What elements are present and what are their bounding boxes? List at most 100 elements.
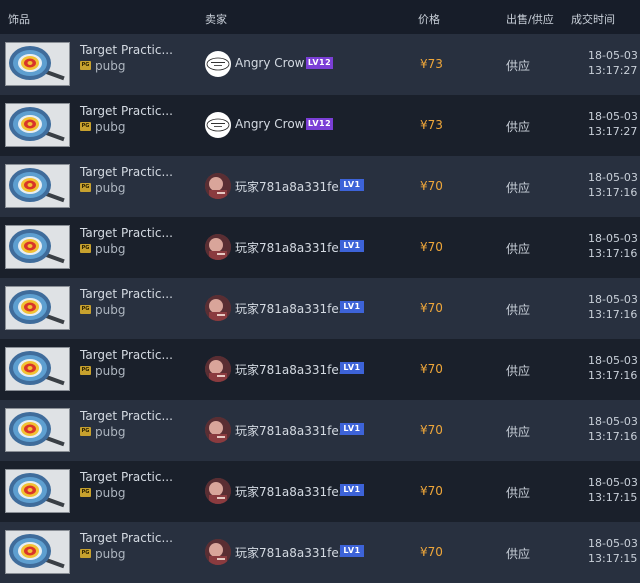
trade-date-text: 18-05-03 — [588, 415, 638, 428]
seller-name[interactable]: 玩家781a8a331fe3 — [235, 544, 346, 561]
game-label: pubg — [95, 242, 126, 256]
item-thumbnail[interactable] — [5, 42, 70, 86]
seller-level-badge: LV1 — [340, 240, 364, 252]
item-name[interactable]: Target Practic... — [80, 43, 173, 57]
trade-clock-text: 13:17:16 — [588, 430, 638, 443]
table-row[interactable]: Target Practic... PG pubg 玩家781a8a331fe3… — [0, 156, 640, 217]
player-avatar[interactable] — [205, 234, 231, 260]
trade-type: 供应 — [506, 486, 531, 500]
trade-type: 供应 — [506, 547, 531, 561]
item-name[interactable]: Target Practic... — [80, 409, 173, 423]
trade-type: 供应 — [506, 120, 531, 134]
pubg-game-icon: PG — [80, 244, 91, 253]
seller-level-badge: LV1 — [340, 484, 364, 496]
item-name[interactable]: Target Practic... — [80, 104, 173, 118]
seller-name[interactable]: Angry Crow — [235, 117, 305, 131]
trade-time: 18-05-03 13:17:16 — [588, 353, 638, 383]
pubg-game-icon: PG — [80, 122, 91, 131]
seller-level-badge: LV1 — [340, 179, 364, 191]
seller-level-badge: LV1 — [340, 301, 364, 313]
item-thumbnail[interactable] — [5, 408, 70, 452]
seller-name[interactable]: 玩家781a8a331fe3 — [235, 300, 346, 317]
trade-date-text: 18-05-03 — [588, 354, 638, 367]
trade-type: 供应 — [506, 59, 531, 73]
player-avatar[interactable] — [205, 417, 231, 443]
item-name[interactable]: Target Practic... — [80, 531, 173, 545]
trade-time: 18-05-03 13:17:16 — [588, 292, 638, 322]
trade-time: 18-05-03 13:17:15 — [588, 536, 638, 566]
player-avatar[interactable] — [205, 295, 231, 321]
item-thumbnail[interactable] — [5, 530, 70, 574]
crow-avatar[interactable] — [205, 112, 231, 138]
item-thumbnail[interactable] — [5, 286, 70, 330]
item-thumbnail[interactable] — [5, 469, 70, 513]
player-avatar[interactable] — [205, 173, 231, 199]
game-label: pubg — [95, 303, 126, 317]
game-label: pubg — [95, 364, 126, 378]
item-name[interactable]: Target Practic... — [80, 226, 173, 240]
seller-level-badge: LV12 — [306, 57, 333, 69]
price: ¥70 — [420, 240, 443, 254]
item-thumbnail[interactable] — [5, 164, 70, 208]
column-header-time: 成交时间 — [571, 13, 615, 26]
table-row[interactable]: Target Practic... PG pubg Angry Crow LV1… — [0, 95, 640, 156]
seller-level-badge: LV1 — [340, 423, 364, 435]
game-label: pubg — [95, 120, 126, 134]
seller-name[interactable]: 玩家781a8a331fe3 — [235, 361, 346, 378]
pubg-game-icon: PG — [80, 427, 91, 436]
price: ¥70 — [420, 545, 443, 559]
price: ¥73 — [420, 57, 443, 71]
game-label: pubg — [95, 181, 126, 195]
trade-clock-text: 13:17:15 — [588, 552, 638, 565]
table-row[interactable]: Target Practic... PG pubg 玩家781a8a331fe3… — [0, 522, 640, 583]
price: ¥70 — [420, 179, 443, 193]
trade-type: 供应 — [506, 242, 531, 256]
item-name[interactable]: Target Practic... — [80, 287, 173, 301]
table-row[interactable]: Target Practic... PG pubg Angry Crow LV1… — [0, 34, 640, 95]
pubg-game-icon: PG — [80, 61, 91, 70]
game-label: pubg — [95, 547, 126, 561]
trade-time: 18-05-03 13:17:27 — [588, 109, 638, 139]
player-avatar[interactable] — [205, 478, 231, 504]
price: ¥73 — [420, 118, 443, 132]
trade-time: 18-05-03 13:17:15 — [588, 475, 638, 505]
pubg-game-icon: PG — [80, 366, 91, 375]
table-row[interactable]: Target Practic... PG pubg 玩家781a8a331fe3… — [0, 400, 640, 461]
trade-clock-text: 13:17:16 — [588, 186, 638, 199]
seller-name[interactable]: Angry Crow — [235, 56, 305, 70]
seller-name[interactable]: 玩家781a8a331fe3 — [235, 483, 346, 500]
crow-avatar[interactable] — [205, 51, 231, 77]
trade-time: 18-05-03 13:17:16 — [588, 414, 638, 444]
pubg-game-icon: PG — [80, 488, 91, 497]
seller-name[interactable]: 玩家781a8a331fe3 — [235, 178, 346, 195]
item-name[interactable]: Target Practic... — [80, 165, 173, 179]
player-avatar[interactable] — [205, 356, 231, 382]
trade-clock-text: 13:17:16 — [588, 247, 638, 260]
game-label: pubg — [95, 59, 126, 73]
table-row[interactable]: Target Practic... PG pubg 玩家781a8a331fe3… — [0, 278, 640, 339]
trade-date-text: 18-05-03 — [588, 293, 638, 306]
item-name[interactable]: Target Practic... — [80, 470, 173, 484]
seller-name[interactable]: 玩家781a8a331fe3 — [235, 239, 346, 256]
player-avatar[interactable] — [205, 539, 231, 565]
trade-type: 供应 — [506, 364, 531, 378]
trade-date-text: 18-05-03 — [588, 476, 638, 489]
game-label: pubg — [95, 486, 126, 500]
item-thumbnail[interactable] — [5, 103, 70, 147]
trade-date-text: 18-05-03 — [588, 232, 638, 245]
item-thumbnail[interactable] — [5, 347, 70, 391]
trade-clock-text: 13:17:27 — [588, 64, 638, 77]
trade-type: 供应 — [506, 425, 531, 439]
trade-date-text: 18-05-03 — [588, 49, 638, 62]
table-row[interactable]: Target Practic... PG pubg 玩家781a8a331fe3… — [0, 461, 640, 522]
table-row[interactable]: Target Practic... PG pubg 玩家781a8a331fe3… — [0, 339, 640, 400]
item-name[interactable]: Target Practic... — [80, 348, 173, 362]
trade-date-text: 18-05-03 — [588, 171, 638, 184]
trade-clock-text: 13:17:16 — [588, 308, 638, 321]
seller-level-badge: LV12 — [306, 118, 333, 130]
trade-clock-text: 13:17:15 — [588, 491, 638, 504]
price: ¥70 — [420, 301, 443, 315]
seller-name[interactable]: 玩家781a8a331fe3 — [235, 422, 346, 439]
item-thumbnail[interactable] — [5, 225, 70, 269]
table-row[interactable]: Target Practic... PG pubg 玩家781a8a331fe3… — [0, 217, 640, 278]
